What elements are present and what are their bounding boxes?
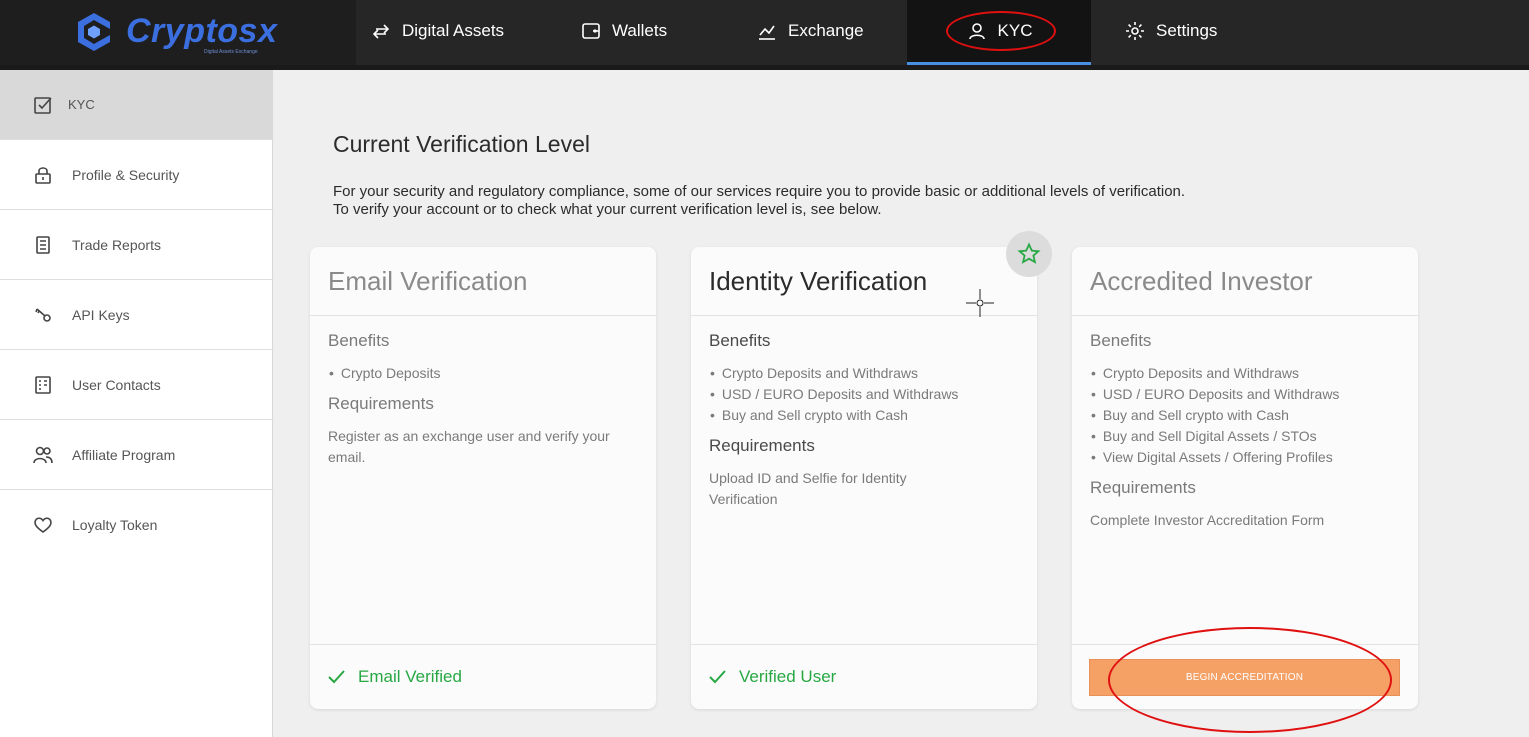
nav-settings[interactable]: Settings — [1124, 0, 1254, 62]
sidebar-item-label: Loyalty Token — [72, 517, 158, 533]
checkbox-icon — [32, 94, 54, 116]
benefit-item: Buy and Sell crypto with Cash — [709, 405, 1023, 426]
requirements-text: Upload ID and Selfie for Identity Verifi… — [709, 470, 907, 507]
lock-icon — [32, 164, 54, 186]
sidebar-item-kyc[interactable]: KYC — [0, 70, 273, 140]
requirements-text: Complete Investor Accreditation Form — [1090, 512, 1325, 528]
status-text: Verified User — [739, 667, 837, 686]
card-status: Email Verified — [310, 644, 656, 709]
benefit-item: Crypto Deposits — [328, 363, 642, 384]
benefit-item: USD / EURO Deposits and Withdraws — [1090, 384, 1404, 405]
card-body: Benefits Crypto Deposits and Withdraws U… — [1090, 331, 1404, 531]
brand-name: Cryptosx — [126, 12, 278, 50]
nav-label: Digital Assets — [402, 21, 505, 40]
requirements-heading: Requirements — [1090, 478, 1196, 497]
requirements-heading: Requirements — [709, 436, 815, 455]
benefit-item: Buy and Sell crypto with Cash — [1090, 405, 1404, 426]
sidebar-item-label: API Keys — [72, 306, 130, 323]
requirements-text: Register as an exchange user and verify … — [328, 428, 610, 465]
sidebar-item-label: KYC — [68, 97, 95, 112]
requirements-heading: Requirements — [328, 394, 434, 413]
check-icon — [707, 666, 729, 688]
sidebar-item-user-contacts[interactable]: User Contacts — [0, 350, 273, 420]
brand-logo-icon — [78, 13, 110, 51]
swap-arrows-icon — [370, 20, 392, 42]
nav-wallets[interactable]: Wallets — [580, 0, 690, 62]
nav-exchange[interactable]: Exchange — [756, 0, 886, 62]
benefit-item: USD / EURO Deposits and Withdraws — [709, 384, 1023, 405]
benefits-heading: Benefits — [328, 331, 390, 350]
sidebar-item-affiliate-program[interactable]: Affiliate Program — [0, 420, 273, 490]
benefit-item: Buy and Sell Digital Assets / STOs — [1090, 426, 1404, 447]
key-icon — [32, 304, 54, 326]
nav-label: Settings — [1156, 21, 1218, 40]
benefits-list: Crypto Deposits and Withdraws USD / EURO… — [709, 363, 1023, 426]
nav-label: Exchange — [788, 21, 864, 40]
card-body: Benefits Crypto Deposits and Withdraws U… — [709, 331, 1023, 510]
benefit-item: Crypto Deposits and Withdraws — [709, 363, 1023, 384]
benefits-list: Crypto Deposits and Withdraws USD / EURO… — [1090, 363, 1404, 468]
sidebar: KYC Profile & Security Trade Reports API… — [0, 70, 273, 737]
card-status: Verified User — [691, 644, 1037, 709]
intro-text: For your security and regulatory complia… — [333, 183, 1513, 219]
intro-line: For your security and regulatory complia… — [333, 183, 1186, 200]
kyc-highlight-annotation — [946, 11, 1056, 51]
card-email-verification: Email Verification Benefits Crypto Depos… — [310, 247, 656, 709]
chart-line-icon — [756, 20, 778, 42]
sidebar-item-label: Trade Reports — [72, 236, 161, 253]
sidebar-item-label: Profile & Security — [72, 166, 180, 183]
current-level-badge — [1006, 231, 1052, 277]
sidebar-item-trade-reports[interactable]: Trade Reports — [0, 210, 273, 280]
sidebar-item-api-keys[interactable]: API Keys — [0, 280, 273, 350]
brand-tagline: Digital Assets Exchange — [204, 49, 258, 55]
star-icon — [1017, 242, 1041, 264]
brand-logo[interactable]: Cryptosx Digital Assets Exchange — [70, 8, 280, 58]
contacts-icon — [32, 374, 54, 396]
nav-digital-assets[interactable]: Digital Assets — [370, 0, 530, 62]
intro-line: To verify your account or to check what … — [333, 201, 882, 218]
sidebar-item-profile-security[interactable]: Profile & Security — [0, 140, 273, 210]
sidebar-item-loyalty-token[interactable]: Loyalty Token — [0, 490, 273, 560]
check-icon — [326, 666, 348, 688]
benefit-item: View Digital Assets / Offering Profiles — [1090, 447, 1404, 468]
page-title: Current Verification Level — [333, 131, 590, 157]
crosshair-cursor-icon — [966, 289, 994, 317]
top-navigation-bar: Cryptosx Digital Assets Exchange Digital… — [0, 0, 1529, 70]
gear-icon — [1124, 20, 1146, 42]
benefits-list: Crypto Deposits — [328, 363, 642, 384]
users-icon — [32, 444, 54, 466]
heart-icon — [32, 514, 54, 536]
benefits-heading: Benefits — [1090, 331, 1152, 350]
wallet-icon — [580, 20, 602, 42]
status-text: Email Verified — [358, 667, 462, 686]
sidebar-item-label: User Contacts — [72, 376, 161, 393]
card-body: Benefits Crypto Deposits Requirements Re… — [328, 331, 642, 468]
card-title: Email Verification — [310, 247, 656, 316]
sidebar-item-label: Affiliate Program — [72, 446, 176, 463]
report-icon — [32, 234, 54, 256]
nav-label: Wallets — [612, 21, 668, 40]
card-title: Accredited Investor — [1072, 247, 1418, 316]
button-highlight-annotation — [1108, 627, 1392, 733]
benefits-heading: Benefits — [709, 331, 771, 350]
benefit-item: Crypto Deposits and Withdraws — [1090, 363, 1404, 384]
